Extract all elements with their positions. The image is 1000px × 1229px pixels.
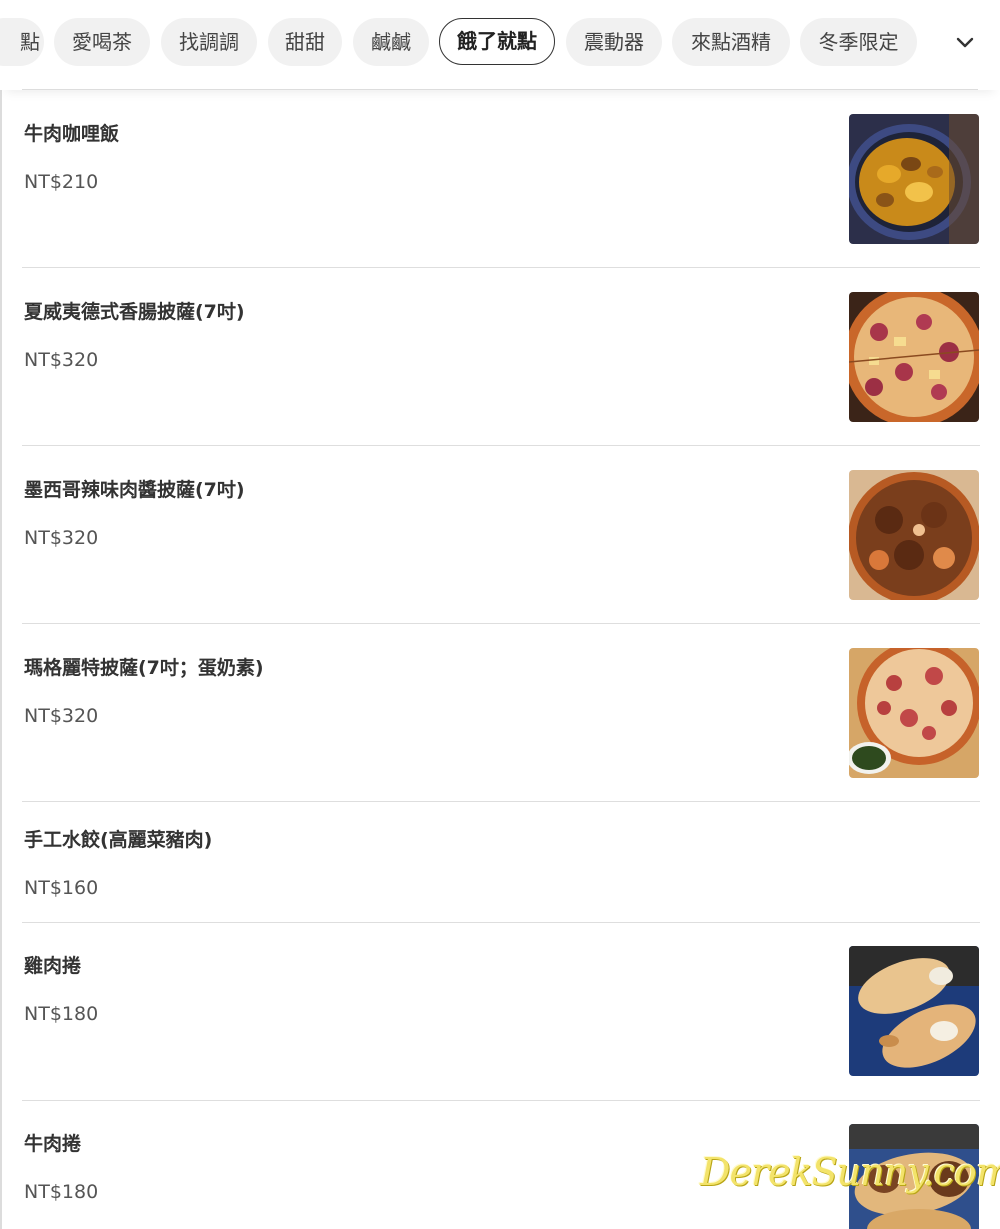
- category-chip-salty[interactable]: 鹹鹹: [353, 18, 429, 66]
- category-bar-divider: [22, 89, 978, 90]
- margherita-pizza-photo: [849, 648, 979, 778]
- category-chip-tea[interactable]: 愛喝茶: [54, 18, 150, 66]
- menu-item-name: 瑪格麗特披薩(7吋；蛋奶素): [24, 657, 264, 679]
- chicken-wrap-photo: [849, 946, 979, 1076]
- menu-divider: [22, 267, 980, 268]
- menu-item-price: NT$180: [24, 1181, 99, 1203]
- menu-item-name: 手工水餃(高麗菜豬肉): [24, 829, 213, 851]
- beef-curry-rice-photo: [849, 114, 979, 244]
- hawaiian-sausage-pizza-photo: [849, 292, 979, 422]
- menu-divider: [22, 623, 980, 624]
- category-chip-vibrator[interactable]: 震動器: [566, 18, 662, 66]
- category-chip-label: 點: [20, 30, 40, 54]
- category-chip-sweet[interactable]: 甜甜: [268, 18, 342, 66]
- menu-divider: [22, 445, 980, 446]
- menu-page: 點 愛喝茶 找調調 甜甜 鹹鹹 餓了就點 震動器 來點酒精 冬季限定 牛肉咖哩飯…: [0, 0, 1000, 1229]
- watermark: DerekSunny.com: [700, 1150, 1000, 1194]
- menu-item-price: NT$320: [24, 705, 99, 727]
- menu-item-price: NT$160: [24, 877, 99, 899]
- chevron-down-icon[interactable]: [950, 28, 980, 58]
- menu-item-name: 雞肉捲: [24, 955, 82, 977]
- category-chip-hungry-active[interactable]: 餓了就點: [439, 18, 555, 65]
- category-chip-alcohol[interactable]: 來點酒精: [672, 18, 790, 66]
- menu-divider: [22, 1100, 980, 1101]
- menu-item-name: 牛肉捲: [24, 1133, 82, 1155]
- menu-item-price: NT$320: [24, 527, 99, 549]
- menu-item-price: NT$210: [24, 171, 99, 193]
- category-bar: 點 愛喝茶 找調調 甜甜 鹹鹹 餓了就點 震動器 來點酒精 冬季限定: [0, 0, 1000, 90]
- menu-item-name: 夏威夷德式香腸披薩(7吋): [24, 301, 245, 323]
- menu-item-name: 墨西哥辣味肉醬披薩(7吋): [24, 479, 245, 501]
- category-chip-partial[interactable]: 點: [0, 18, 44, 66]
- category-chip-tune[interactable]: 找調調: [161, 18, 257, 66]
- mexican-meat-sauce-pizza-photo: [849, 470, 979, 600]
- menu-item-price: NT$320: [24, 349, 99, 371]
- category-chips: 點 愛喝茶 找調調 甜甜 鹹鹹 餓了就點 震動器 來點酒精 冬季限定: [0, 18, 930, 68]
- left-border: [0, 0, 2, 1229]
- category-chip-winter[interactable]: 冬季限定: [800, 18, 917, 66]
- menu-item-price: NT$180: [24, 1003, 99, 1025]
- menu-divider: [22, 801, 980, 802]
- menu-item-name: 牛肉咖哩飯: [24, 123, 120, 145]
- menu-divider: [22, 922, 980, 923]
